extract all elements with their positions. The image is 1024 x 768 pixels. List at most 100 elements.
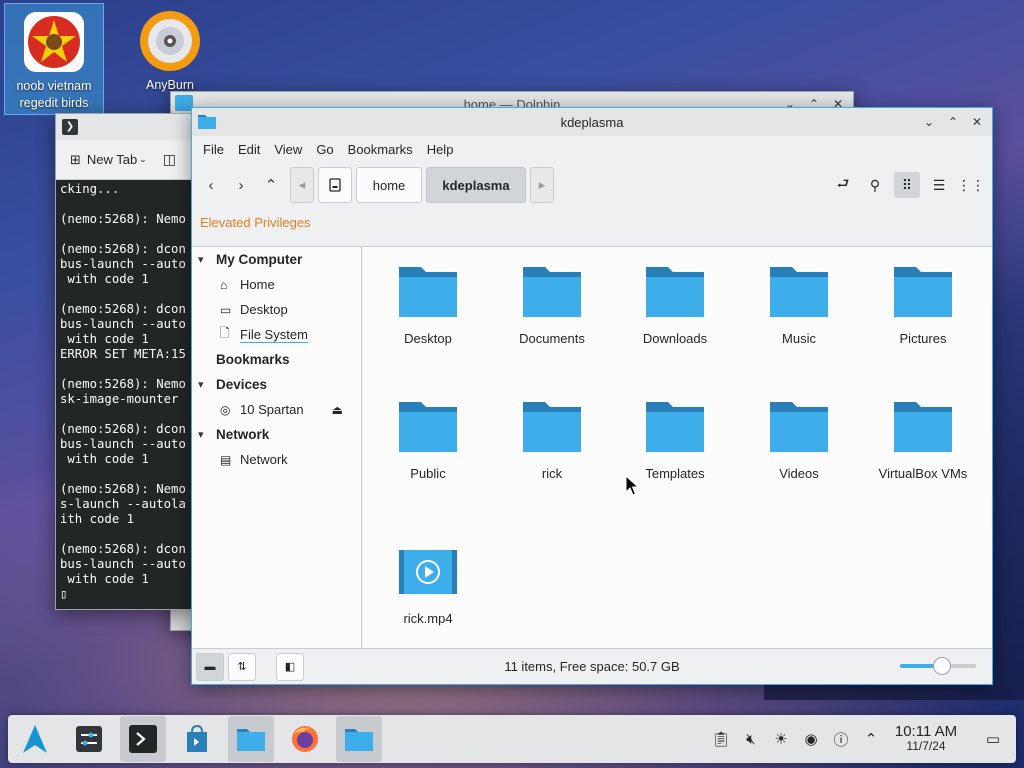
updates-icon[interactable]: ⓘ bbox=[826, 729, 856, 750]
breadcrumb-root-icon[interactable] bbox=[318, 167, 352, 203]
folder-icon bbox=[645, 265, 705, 321]
file-label: Public bbox=[410, 466, 446, 481]
system-tray: 📋︎ 🔇︎ ☀ ◉ ⓘ ⌃ 10:11 AM 11/7/24 ▭ bbox=[706, 715, 1008, 763]
menu-edit[interactable]: Edit bbox=[231, 142, 267, 157]
clipboard-icon[interactable]: 📋︎ bbox=[706, 730, 736, 748]
file-item-folder[interactable]: Pictures bbox=[863, 265, 983, 346]
eject-icon[interactable]: ⏏ bbox=[332, 403, 343, 417]
file-item-folder[interactable]: Documents bbox=[492, 265, 612, 346]
zoom-slider-handle[interactable] bbox=[932, 657, 951, 675]
file-item-folder[interactable]: Downloads bbox=[615, 265, 735, 346]
chevron-down-icon[interactable]: ▾ bbox=[198, 428, 216, 441]
file-item-folder[interactable]: Desktop bbox=[368, 265, 488, 346]
places-item-desktop[interactable]: ▭ Desktop bbox=[192, 297, 361, 322]
breadcrumb-kdeplasma[interactable]: kdeplasma bbox=[426, 167, 526, 203]
forward-icon[interactable]: › bbox=[228, 172, 254, 198]
taskbar: 📋︎ 🔇︎ ☀ ◉ ⓘ ⌃ 10:11 AM 11/7/24 ▭ bbox=[8, 715, 1016, 763]
details-view-icon[interactable]: ⋮⋮ bbox=[957, 172, 985, 198]
network-status-icon[interactable]: ◉ bbox=[796, 730, 826, 748]
up-icon[interactable]: ⌃ bbox=[258, 172, 284, 198]
folder-icon bbox=[893, 265, 953, 321]
dolphin-titlebar[interactable]: kdeplasma ⌄ ⌃ ✕ bbox=[192, 108, 992, 136]
clock[interactable]: 10:11 AM 11/7/24 bbox=[886, 724, 966, 754]
split-view-icon[interactable]: ◫ bbox=[163, 151, 176, 168]
file-label: rick.mp4 bbox=[403, 611, 453, 626]
folder-icon bbox=[769, 265, 829, 321]
search-icon[interactable]: ⚲ bbox=[862, 172, 888, 198]
terminal-titlebar[interactable]: ❯ bbox=[56, 114, 194, 140]
menu-file[interactable]: File bbox=[196, 142, 231, 157]
breadcrumb-scroll-left[interactable]: ◂ bbox=[290, 167, 314, 203]
status-text: 11 items, Free space: 50.7 GB bbox=[504, 659, 680, 674]
konsole-task-icon[interactable] bbox=[120, 716, 166, 762]
close-icon[interactable]: ✕ bbox=[968, 113, 986, 131]
desktop-icon-noob-vietnam[interactable]: noob vietnam regedit birds bbox=[4, 3, 104, 115]
terminal-panel-icon[interactable]: ⮐ bbox=[830, 172, 856, 198]
chevron-down-icon[interactable]: ⌄ bbox=[139, 154, 147, 165]
places-item-file-system[interactable]: 🗋 File System bbox=[192, 322, 361, 347]
sort-icon[interactable]: ⇅ bbox=[228, 652, 256, 681]
terminal-output[interactable]: cking... (nemo:5268): Nemo (nemo:5268): … bbox=[56, 180, 194, 609]
chevron-down-icon[interactable]: ▾ bbox=[198, 253, 216, 266]
places-header-devices[interactable]: ▾ Devices bbox=[192, 372, 361, 397]
noob-vietnam-icon bbox=[22, 10, 86, 74]
maximize-icon[interactable]: ⌃ bbox=[944, 113, 962, 131]
show-desktop-icon[interactable]: ▭ bbox=[978, 730, 1008, 748]
desktop-icon-label: noob vietnam bbox=[16, 79, 92, 93]
file-item-folder[interactable]: VirtualBox VMs bbox=[863, 400, 983, 481]
file-item-folder[interactable]: Videos bbox=[739, 400, 859, 481]
brightness-icon[interactable]: ☀ bbox=[766, 730, 796, 748]
file-label: VirtualBox VMs bbox=[878, 466, 968, 481]
network-icon: ▤ bbox=[220, 452, 232, 467]
menu-bookmarks[interactable]: Bookmarks bbox=[341, 142, 420, 157]
dolphin-task-icon-2[interactable] bbox=[336, 716, 382, 762]
split-icon[interactable]: ◧ bbox=[276, 652, 304, 681]
menu-help[interactable]: Help bbox=[420, 142, 461, 157]
places-item-home[interactable]: ⌂ Home bbox=[192, 272, 361, 297]
icons-view-icon[interactable]: ⠿ bbox=[894, 172, 920, 198]
app-launcher-icon[interactable] bbox=[12, 716, 58, 762]
anyburn-icon bbox=[138, 9, 202, 73]
video-file-icon bbox=[398, 545, 458, 601]
volume-muted-icon[interactable]: 🔇︎ bbox=[736, 731, 766, 748]
places-item-spartan[interactable]: ◎ 10 Spartan ⏏ bbox=[192, 397, 361, 422]
file-label: Music bbox=[782, 331, 816, 346]
elevated-privileges-label: Elevated Privileges bbox=[200, 214, 311, 230]
file-view[interactable]: Desktop Documents Downloads Music Pictures Pu… bbox=[363, 246, 992, 648]
breadcrumb-home[interactable]: home bbox=[356, 167, 422, 203]
expand-tray-icon[interactable]: ⌃ bbox=[856, 730, 886, 748]
places-header-my-computer[interactable]: ▾ My Computer bbox=[192, 247, 361, 272]
file-label: rick bbox=[541, 466, 563, 481]
dolphin-task-icon[interactable] bbox=[228, 716, 274, 762]
places-header-network[interactable]: ▾ Network bbox=[192, 422, 361, 447]
menu-go[interactable]: Go bbox=[309, 142, 340, 157]
system-settings-icon[interactable] bbox=[66, 716, 112, 762]
folder-icon bbox=[398, 400, 458, 456]
file-item-folder[interactable]: Music bbox=[739, 265, 859, 346]
discover-icon[interactable] bbox=[174, 716, 220, 762]
view-controls: ⮐ ⚲ ⠿ ☰ ⋮⋮ bbox=[830, 172, 985, 198]
places-header-bookmarks[interactable]: Bookmarks bbox=[192, 347, 361, 372]
back-icon[interactable]: ‹ bbox=[198, 172, 224, 198]
places-panel: ▾ My Computer ⌂ Home ▭ Desktop 🗋 File System… bbox=[192, 246, 362, 648]
minimize-icon[interactable]: ⌄ bbox=[920, 113, 938, 131]
file-item-folder[interactable]: rick bbox=[492, 400, 612, 481]
file-item-folder[interactable]: Public bbox=[368, 400, 488, 481]
breadcrumb-scroll-right[interactable]: ▸ bbox=[530, 167, 554, 203]
folder-panel-icon[interactable]: ▬ bbox=[196, 652, 224, 681]
window-title: kdeplasma bbox=[560, 114, 624, 130]
zoom-slider[interactable] bbox=[900, 657, 976, 675]
folder-icon bbox=[522, 400, 582, 456]
menu-view[interactable]: View bbox=[267, 142, 309, 157]
chevron-down-icon[interactable]: ▾ bbox=[198, 378, 216, 391]
new-tab-button[interactable]: New Tab bbox=[87, 152, 137, 167]
places-item-network[interactable]: ▤ Network bbox=[192, 447, 361, 472]
desktop-icon-anyburn[interactable]: AnyBurn bbox=[120, 3, 220, 94]
file-item-video[interactable]: rick.mp4 bbox=[368, 545, 488, 626]
terminal-window[interactable]: ❯ ⊞ New Tab ⌄ ◫ cking... (nemo:5268): Ne… bbox=[55, 113, 195, 610]
dolphin-window[interactable]: kdeplasma ⌄ ⌃ ✕ File Edit View Go Bookma… bbox=[191, 107, 993, 685]
compact-view-icon[interactable]: ☰ bbox=[926, 172, 952, 198]
firefox-icon[interactable] bbox=[282, 716, 328, 762]
file-item-folder[interactable]: Templates bbox=[615, 400, 735, 481]
clock-time: 10:11 AM bbox=[894, 723, 958, 740]
